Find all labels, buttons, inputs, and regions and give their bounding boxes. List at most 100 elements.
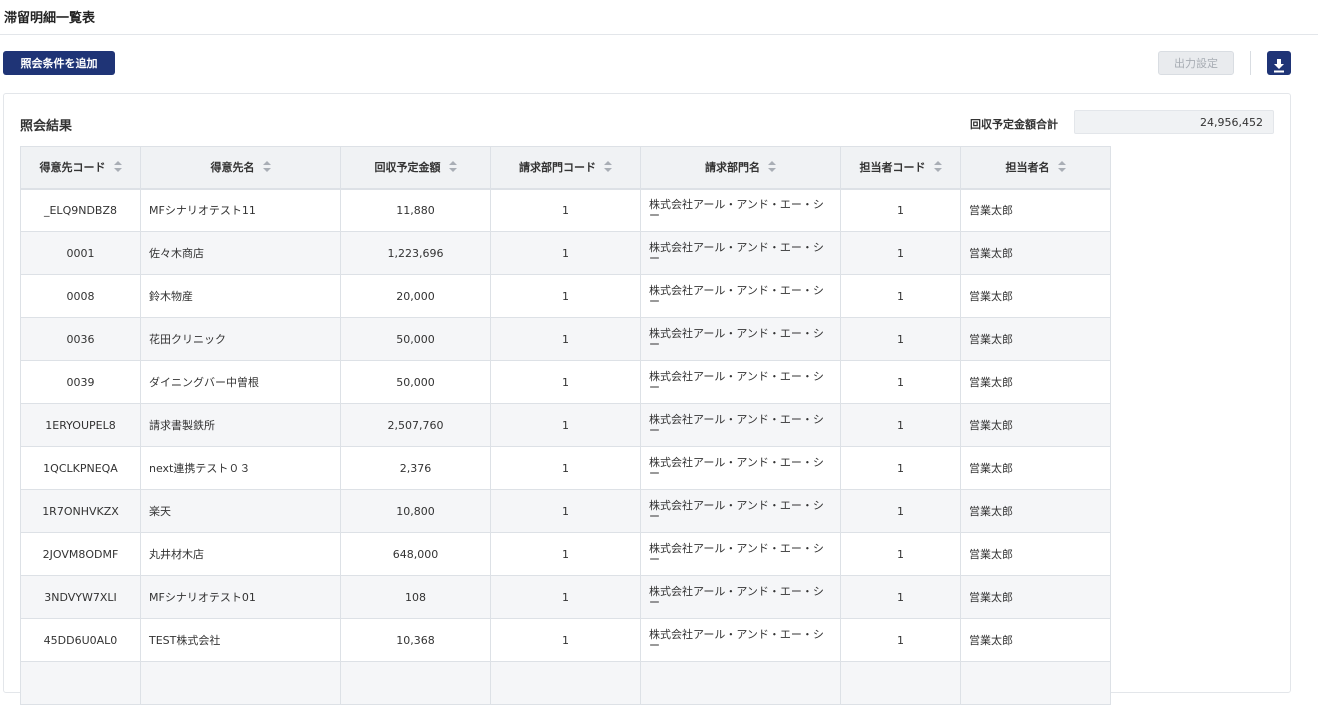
cell-customer-name: 請求書製鉄所 — [140, 403, 341, 447]
cell-billing-dept-code: 1 — [490, 618, 641, 662]
cell-staff-name: 営業太郎 — [960, 489, 1111, 533]
column-header-billing-dept-code[interactable]: 請求部門コード — [490, 146, 641, 190]
cell-billing-dept-code: 1 — [490, 360, 641, 404]
cell-staff-name: 営業太郎 — [960, 317, 1111, 361]
cell-staff-code: 1 — [840, 575, 961, 619]
cell-customer-name: MFシナリオテスト01 — [140, 575, 341, 619]
cell-staff-code — [840, 661, 961, 705]
cell-collection-amount: 50,000 — [340, 360, 491, 404]
cell-collection-amount: 50,000 — [340, 317, 491, 361]
table-row[interactable]: 1R7ONHVKZX 楽天 10,800 1 株式会社アール・アンド・エー・シー 1 営業太… — [20, 489, 1111, 533]
cell-staff-code: 1 — [840, 532, 961, 576]
sort-icon[interactable] — [448, 161, 457, 173]
add-condition-button[interactable]: 照会条件を追加 — [3, 51, 115, 75]
table-row[interactable] — [20, 661, 1111, 705]
column-header-collection-amount[interactable]: 回収予定金額 — [340, 146, 491, 190]
cell-collection-amount: 10,368 — [340, 618, 491, 662]
cell-customer-name: 佐々木商店 — [140, 231, 341, 275]
cell-billing-dept-name: 株式会社アール・アンド・エー・シー — [640, 618, 841, 662]
cell-billing-dept-code: 1 — [490, 274, 641, 318]
cell-customer-code: 0008 — [20, 274, 141, 318]
cell-billing-dept-code: 1 — [490, 188, 641, 232]
cell-billing-dept-code: 1 — [490, 489, 641, 533]
cell-billing-dept-name: 株式会社アール・アンド・エー・シー — [640, 532, 841, 576]
results-panel: 照会結果 回収予定金額合計 24,956,452 得意先コード 得意先名 回収予定金… — [3, 93, 1291, 705]
table-header-row: 得意先コード 得意先名 回収予定金額 請求部門コード 請求部門名 担当者コード 担当者名 — [20, 146, 1111, 190]
sort-icon[interactable] — [604, 161, 612, 173]
cell-collection-amount: 2,507,760 — [340, 403, 491, 447]
cell-staff-code: 1 — [840, 188, 961, 232]
cell-customer-code: 2JOVM8ODMF — [20, 532, 141, 576]
cell-billing-dept-name: 株式会社アール・アンド・エー・シー — [640, 188, 841, 232]
cell-billing-dept-name: 株式会社アール・アンド・エー・シー — [640, 360, 841, 404]
cell-staff-name: 営業太郎 — [960, 188, 1111, 232]
cell-billing-dept-code: 1 — [490, 532, 641, 576]
table-row[interactable]: 0008 鈴木物産 20,000 1 株式会社アール・アンド・エー・シー 1 営業太郎 — [20, 274, 1111, 318]
cell-staff-code: 1 — [840, 618, 961, 662]
cell-billing-dept-code: 1 — [490, 446, 641, 490]
cell-customer-code: 3NDVYW7XLI — [20, 575, 141, 619]
cell-billing-dept-name: 株式会社アール・アンド・エー・シー — [640, 231, 841, 275]
output-settings-button[interactable]: 出力設定 — [1158, 51, 1234, 75]
sort-icon[interactable] — [262, 161, 271, 173]
cell-staff-name — [960, 661, 1111, 705]
cell-customer-name — [140, 661, 341, 705]
cell-staff-code: 1 — [840, 489, 961, 533]
page-title: 滞留明細一覧表 — [4, 11, 96, 26]
table-row[interactable]: 45DD6U0AL0 TEST株式会社 10,368 1 株式会社アール・アンド・エー・… — [20, 618, 1111, 662]
cell-billing-dept-name: 株式会社アール・アンド・エー・シー — [640, 446, 841, 490]
cell-customer-name: MFシナリオテスト11 — [140, 188, 341, 232]
cell-billing-dept-name — [640, 661, 841, 705]
cell-collection-amount — [340, 661, 491, 705]
column-header-staff-code[interactable]: 担当者コード — [840, 146, 961, 190]
cell-staff-name: 営業太郎 — [960, 618, 1111, 662]
column-header-label: 回収予定金額 — [374, 161, 441, 175]
table-row[interactable]: 2JOVM8ODMF 丸井材木店 648,000 1 株式会社アール・アンド・エー・シー… — [20, 532, 1111, 576]
table-row[interactable]: 0039 ダイニングバー中曽根 50,000 1 株式会社アール・アンド・エー・シー 1 営… — [20, 360, 1111, 404]
cell-billing-dept-name: 株式会社アール・アンド・エー・シー — [640, 403, 841, 447]
download-icon — [1274, 58, 1284, 72]
cell-billing-dept-name: 株式会社アール・アンド・エー・シー — [640, 575, 841, 619]
cell-billing-dept-name: 株式会社アール・アンド・エー・シー — [640, 274, 841, 318]
sort-icon[interactable] — [933, 161, 942, 173]
cell-billing-dept-name: 株式会社アール・アンド・エー・シー — [640, 489, 841, 533]
column-header-staff-name[interactable]: 担当者名 — [960, 146, 1111, 190]
cell-staff-code: 1 — [840, 317, 961, 361]
table-row[interactable]: 1QCLKPNEQA next連携テスト０３ 2,376 1 株式会社アール・アンド・エ… — [20, 446, 1111, 490]
column-header-customer-code[interactable]: 得意先コード — [20, 146, 141, 190]
cell-collection-amount: 11,880 — [340, 188, 491, 232]
sort-icon[interactable] — [1057, 161, 1066, 173]
table-row[interactable]: 0036 花田クリニック 50,000 1 株式会社アール・アンド・エー・シー 1 営業太郎 — [20, 317, 1111, 361]
cell-staff-code: 1 — [840, 231, 961, 275]
sort-icon[interactable] — [113, 161, 122, 173]
cell-collection-amount: 2,376 — [340, 446, 491, 490]
column-header-label: 得意先名 — [210, 161, 255, 175]
cell-collection-amount: 108 — [340, 575, 491, 619]
cell-customer-code: 45DD6U0AL0 — [20, 618, 141, 662]
cell-customer-code: 1QCLKPNEQA — [20, 446, 141, 490]
cell-billing-dept-code — [490, 661, 641, 705]
cell-staff-name: 営業太郎 — [960, 403, 1111, 447]
cell-customer-code: 0036 — [20, 317, 141, 361]
cell-collection-amount: 10,800 — [340, 489, 491, 533]
results-title: 照会結果 — [20, 119, 73, 134]
table-row[interactable]: 0001 佐々木商店 1,223,696 1 株式会社アール・アンド・エー・シー 1 営業太… — [20, 231, 1111, 275]
cell-staff-code: 1 — [840, 274, 961, 318]
cell-staff-name: 営業太郎 — [960, 532, 1111, 576]
download-button[interactable] — [1267, 51, 1291, 75]
total-value: 24,956,452 — [1074, 110, 1274, 134]
cell-billing-dept-code: 1 — [490, 231, 641, 275]
column-header-customer-name[interactable]: 得意先名 — [140, 146, 341, 190]
cell-customer-code: _ELQ9NDBZ8 — [20, 188, 141, 232]
cell-customer-name: 楽天 — [140, 489, 341, 533]
sort-icon[interactable] — [768, 161, 776, 173]
table-row[interactable]: 1ERYOUPEL8 請求書製鉄所 2,507,760 1 株式会社アール・アンド・エー… — [20, 403, 1111, 447]
results-table: 得意先コード 得意先名 回収予定金額 請求部門コード 請求部門名 担当者コード 担当者名 _… — [20, 146, 1111, 705]
table-row[interactable]: _ELQ9NDBZ8 MFシナリオテスト11 11,880 1 株式会社アール・アンド・… — [20, 188, 1111, 232]
cell-billing-dept-code: 1 — [490, 575, 641, 619]
table-row[interactable]: 3NDVYW7XLI MFシナリオテスト01 108 1 株式会社アール・アンド・エー・… — [20, 575, 1111, 619]
page-header: 滞留明細一覧表 — [0, 0, 1318, 35]
cell-staff-code: 1 — [840, 403, 961, 447]
cell-customer-name: TEST株式会社 — [140, 618, 341, 662]
column-header-billing-dept-name[interactable]: 請求部門名 — [640, 146, 841, 190]
